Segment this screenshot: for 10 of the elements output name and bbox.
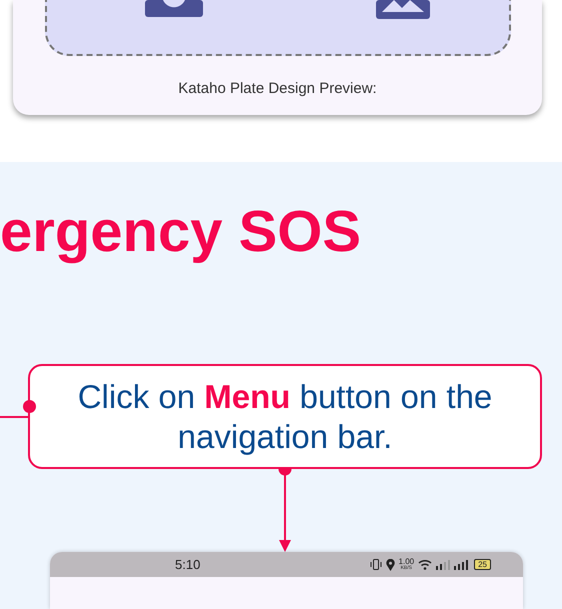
signal-icon: [436, 560, 450, 570]
wifi-icon: [418, 559, 432, 570]
vibrate-icon: [370, 559, 382, 570]
preview-caption: Kataho Plate Design Preview:: [178, 81, 377, 97]
status-time: 5:10: [175, 556, 200, 574]
battery-indicator: 25: [474, 559, 491, 570]
location-icon: [386, 558, 395, 570]
signal-icon: [454, 560, 468, 570]
instruction-text: Click on Menu button on the navigation bar.: [76, 376, 494, 456]
section-heading: ergency SOS: [0, 198, 362, 266]
